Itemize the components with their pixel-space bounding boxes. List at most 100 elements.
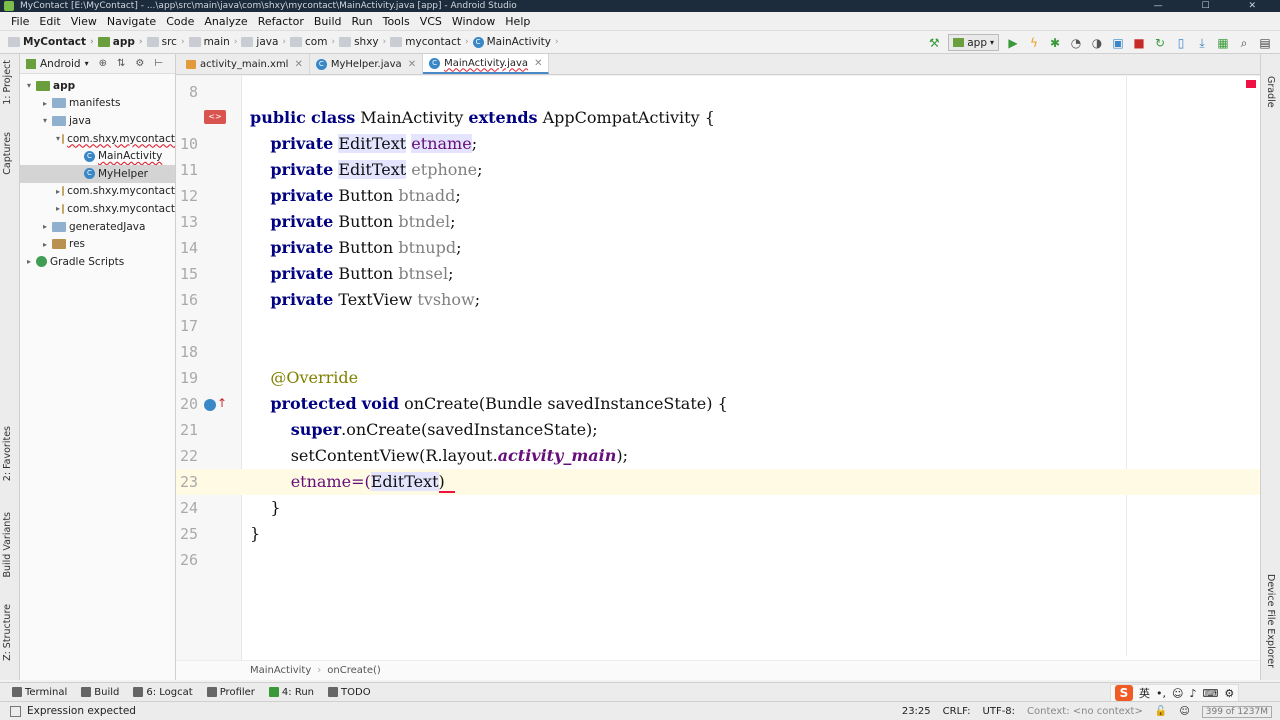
project-view-select[interactable]: Android	[40, 58, 81, 70]
ime-toolbar[interactable]: S 英 •, ☺ ♪ ⌨ ⚙	[1110, 684, 1240, 702]
code-crumb-method[interactable]: onCreate()	[327, 665, 381, 676]
caret-position[interactable]: 23:25	[902, 706, 931, 717]
lock-icon[interactable]: 🔓	[1155, 706, 1167, 717]
keyboard-icon[interactable]: ⌨	[1203, 687, 1219, 700]
tree-node[interactable]: ▾ app	[20, 77, 175, 95]
locate-icon[interactable]: ⊕	[99, 58, 107, 69]
menu-view[interactable]: View	[66, 15, 102, 28]
window-controls[interactable]: — ☐ ✕	[1154, 0, 1274, 12]
project-structure-icon[interactable]: ▦	[1216, 36, 1230, 50]
search-icon[interactable]: ⌕	[1237, 36, 1251, 50]
breadcrumb-main[interactable]: main ›	[188, 36, 237, 48]
tool-tab-terminal[interactable]: Terminal	[12, 687, 67, 698]
run-icon[interactable]: ▶	[1006, 36, 1020, 50]
side-tab-structure[interactable]: Z: Structure	[2, 604, 13, 661]
tab-mainactivity-java[interactable]: C MainActivity.java ✕	[423, 54, 550, 74]
collapsed-arrow-icon[interactable]: ▸	[56, 204, 60, 213]
breadcrumb-mycontact[interactable]: mycontact ›	[390, 36, 469, 48]
mic-icon[interactable]: ♪	[1189, 687, 1196, 700]
side-tab-project[interactable]: 1: Project	[2, 60, 13, 105]
inspector-icon[interactable]: ☺	[1179, 706, 1189, 717]
breadcrumb-mainactivity[interactable]: C MainActivity ›	[472, 36, 559, 48]
code-editor[interactable]: 8 <> public class MainActivity extends A…	[176, 76, 1260, 680]
tree-node[interactable]: ▸ manifests	[20, 95, 175, 113]
punctuation-icon[interactable]: •,	[1156, 687, 1166, 700]
file-encoding[interactable]: UTF-8:	[983, 706, 1016, 717]
sdk-manager-icon[interactable]: ⤓	[1195, 36, 1209, 50]
tab-myhelper-java[interactable]: C MyHelper.java ✕	[310, 54, 424, 74]
close-icon[interactable]: ✕	[534, 58, 542, 69]
side-tab-captures[interactable]: Captures	[2, 132, 13, 175]
close-icon[interactable]: ✕	[408, 59, 416, 70]
hide-panel-icon[interactable]: ⊢	[154, 58, 163, 69]
breadcrumb-java[interactable]: java ›	[241, 36, 286, 48]
menu-vcs[interactable]: VCS	[415, 15, 447, 28]
close-icon[interactable]: ✕	[294, 59, 302, 70]
editor-scrollbar[interactable]	[1240, 76, 1260, 636]
apply-changes-icon[interactable]: ϟ	[1027, 36, 1041, 50]
breadcrumb-com[interactable]: com ›	[290, 36, 335, 48]
tree-node[interactable]: ▸ res	[20, 235, 175, 253]
tree-node[interactable]: C MainActivity	[20, 147, 175, 165]
menu-navigate[interactable]: Navigate	[102, 15, 161, 28]
sync-gradle-icon[interactable]: ↻	[1153, 36, 1167, 50]
line-separator[interactable]: CRLF:	[943, 706, 971, 717]
ime-language[interactable]: 英	[1139, 685, 1150, 701]
menu-build[interactable]: Build	[309, 15, 347, 28]
stop-icon[interactable]: ■	[1132, 36, 1146, 50]
up-arrow-icon[interactable]: ↑	[217, 396, 227, 410]
breadcrumb-app[interactable]: app ›	[97, 36, 143, 48]
menu-tools[interactable]: Tools	[378, 15, 415, 28]
collapsed-arrow-icon[interactable]: ▸	[56, 187, 60, 196]
coverage-icon[interactable]: ▣	[1111, 36, 1125, 50]
breadcrumb-src[interactable]: src ›	[146, 36, 185, 48]
menu-window[interactable]: Window	[447, 15, 500, 28]
error-stripe-icon[interactable]	[1246, 80, 1256, 88]
expanded-arrow-icon[interactable]: ▾	[24, 81, 34, 90]
layout-inspector-icon[interactable]: ▤	[1258, 36, 1272, 50]
emoji-icon[interactable]: ☺	[1172, 687, 1183, 700]
menu-refactor[interactable]: Refactor	[253, 15, 309, 28]
tool-tab-todo[interactable]: TODO	[328, 687, 371, 698]
memory-indicator[interactable]: 399 of 1237M	[1201, 705, 1272, 718]
tree-node[interactable]: ▾ java	[20, 112, 175, 130]
collapsed-arrow-icon[interactable]: ▸	[40, 240, 50, 249]
tool-tab-build[interactable]: Build	[81, 687, 119, 698]
android-component-icon[interactable]: <>	[204, 110, 226, 124]
menu-analyze[interactable]: Analyze	[199, 15, 252, 28]
breadcrumb-shxy[interactable]: shxy ›	[339, 36, 386, 48]
side-tab-device-file-explorer[interactable]: Device File Explorer	[1265, 574, 1276, 668]
run-configuration-select[interactable]: app ▾	[948, 34, 999, 51]
tree-node[interactable]: ▸ com.shxy.mycontact	[20, 200, 175, 218]
side-tab-gradle[interactable]: Gradle	[1265, 76, 1276, 108]
menu-file[interactable]: File	[6, 15, 34, 28]
side-tab-favorites[interactable]: 2: Favorites	[2, 426, 13, 481]
settings-icon[interactable]: ⚙	[1224, 687, 1234, 700]
tool-tab-run[interactable]: 4: Run	[268, 687, 314, 698]
tab-activity-main-xml[interactable]: activity_main.xml ✕	[180, 54, 310, 74]
menu-help[interactable]: Help	[500, 15, 535, 28]
override-marker-icon[interactable]	[204, 399, 216, 411]
side-tab-build-variants[interactable]: Build Variants	[2, 512, 13, 578]
collapse-icon[interactable]: ⇅	[117, 58, 125, 69]
tree-node[interactable]: ▾ com.shxy.mycontact	[20, 130, 175, 148]
tool-windows-toggle-icon[interactable]	[10, 705, 21, 717]
expanded-arrow-icon[interactable]: ▾	[56, 134, 60, 143]
collapsed-arrow-icon[interactable]: ▸	[40, 222, 50, 231]
menu-code[interactable]: Code	[161, 15, 199, 28]
collapsed-arrow-icon[interactable]: ▸	[24, 257, 34, 266]
expanded-arrow-icon[interactable]: ▾	[40, 116, 50, 125]
tree-node[interactable]: ▸ generatedJava	[20, 218, 175, 236]
breadcrumb-project[interactable]: MyContact ›	[8, 36, 94, 48]
profile-icon[interactable]: ◔	[1069, 36, 1083, 50]
tree-node[interactable]: ▸ com.shxy.mycontact	[20, 183, 175, 201]
tool-tab-profiler[interactable]: Profiler	[206, 687, 255, 698]
tool-tab-logcat[interactable]: 6: Logcat	[133, 687, 193, 698]
tree-node[interactable]: ▸ Gradle Scripts	[20, 253, 175, 271]
hammer-icon[interactable]: ⚒	[927, 36, 941, 50]
code-crumb-class[interactable]: MainActivity	[250, 665, 311, 676]
avd-manager-icon[interactable]: ▯	[1174, 36, 1188, 50]
tree-node[interactable]: C MyHelper	[20, 164, 175, 183]
debug-icon[interactable]: ✱	[1048, 36, 1062, 50]
menu-run[interactable]: Run	[347, 15, 378, 28]
